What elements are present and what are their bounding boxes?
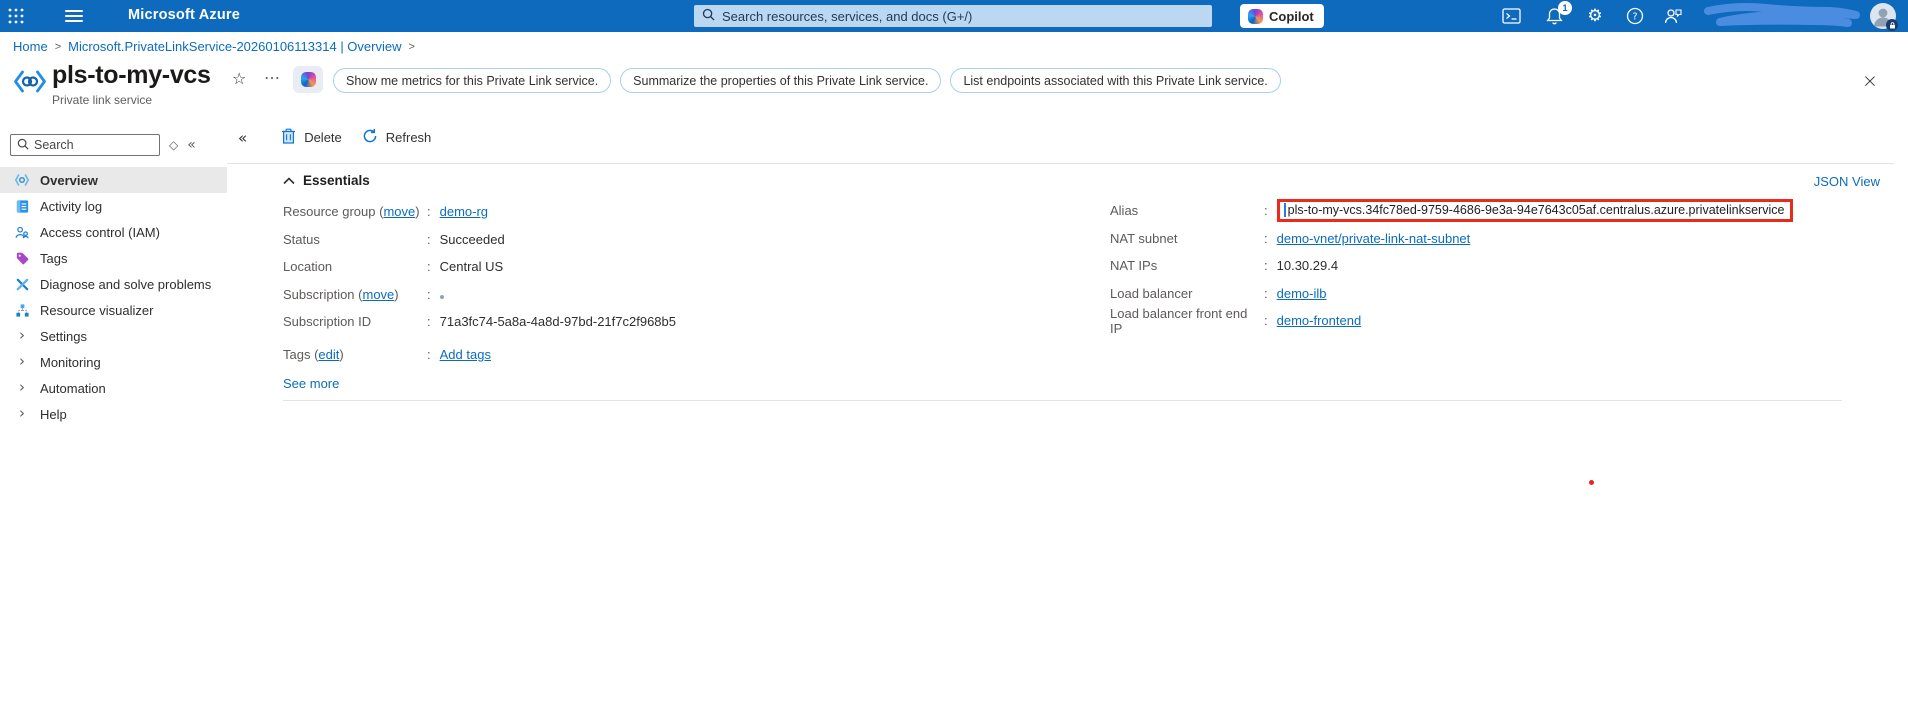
copilot-suggestion-chips: Show me metrics for this Private Link se… bbox=[333, 68, 1281, 93]
search-icon bbox=[702, 8, 715, 24]
command-bar: « Delete Refresh bbox=[227, 112, 1908, 163]
access-control-icon bbox=[14, 224, 30, 240]
edit-tags-link[interactable]: edit bbox=[318, 347, 339, 362]
move-link[interactable]: move bbox=[362, 287, 394, 302]
help-icon[interactable]: ? bbox=[1624, 6, 1646, 26]
search-icon bbox=[17, 138, 29, 153]
chip-show-metrics[interactable]: Show me metrics for this Private Link se… bbox=[333, 68, 612, 93]
sidebar-item-automation[interactable]: › Automation bbox=[0, 375, 227, 401]
global-search[interactable] bbox=[694, 5, 1212, 27]
sidebar-sort-icon[interactable]: ◇ bbox=[169, 138, 178, 152]
subscription-id-value: 71a3fc74-5a8a-4a8d-97bd-21f7c2f968b5 bbox=[439, 314, 676, 330]
nat-ips-value: 10.30.29.4 bbox=[1276, 258, 1339, 274]
essentials-header[interactable]: Essentials bbox=[283, 173, 1908, 188]
nat-subnet-link[interactable]: demo-vnet/private-link-nat-subnet bbox=[1277, 231, 1471, 246]
sidebar-item-activity-log[interactable]: Activity log bbox=[0, 193, 227, 219]
resource-group-link[interactable]: demo-rg bbox=[440, 204, 488, 219]
subscription-value-redacted bbox=[439, 295, 444, 300]
chevron-up-icon bbox=[283, 173, 295, 188]
tags-row: Tags (edit) : Add tags bbox=[283, 346, 491, 362]
chevron-right-icon: › bbox=[19, 403, 25, 422]
refresh-icon bbox=[362, 128, 378, 147]
page-header: pls-to-my-vcs Private link service ☆ … S… bbox=[0, 60, 1908, 112]
overview-icon bbox=[14, 172, 30, 188]
favorite-star-icon[interactable]: ☆ bbox=[232, 69, 246, 88]
breadcrumb: Home > Microsoft.PrivateLinkService-2026… bbox=[0, 32, 1908, 60]
breadcrumb-home[interactable]: Home bbox=[13, 39, 48, 54]
load-balancer-link[interactable]: demo-ilb bbox=[1277, 286, 1327, 301]
refresh-button[interactable]: Refresh bbox=[362, 128, 431, 147]
lock-icon bbox=[1886, 19, 1898, 31]
menu-collapse-icon[interactable]: « bbox=[238, 129, 247, 147]
move-link[interactable]: move bbox=[383, 204, 415, 219]
sidebar-collapse-icon[interactable]: « bbox=[187, 137, 196, 153]
page-title: pls-to-my-vcs bbox=[52, 61, 211, 89]
app-launcher-icon[interactable] bbox=[6, 6, 26, 26]
nat-ips-row: NAT IPs : 10.30.29.4 bbox=[1110, 258, 1339, 274]
alias-highlight-box: pls-to-my-vcs.34fc78ed-9759-4686-9e3a-94… bbox=[1276, 199, 1794, 223]
svg-text:?: ? bbox=[1632, 12, 1637, 23]
sidebar-item-diagnose[interactable]: Diagnose and solve problems bbox=[0, 271, 227, 297]
text-cursor bbox=[1283, 203, 1286, 218]
copilot-suggestions-button[interactable] bbox=[293, 66, 323, 93]
feedback-icon[interactable] bbox=[1662, 6, 1684, 26]
trash-icon bbox=[281, 128, 296, 147]
global-search-input[interactable] bbox=[722, 8, 1162, 24]
sidebar-search-input[interactable] bbox=[34, 138, 149, 152]
close-icon[interactable]: × bbox=[1862, 72, 1878, 91]
chip-list-endpoints[interactable]: List endpoints associated with this Priv… bbox=[950, 68, 1281, 93]
tags-icon bbox=[14, 250, 30, 266]
sidebar-item-settings[interactable]: › Settings bbox=[0, 323, 227, 349]
cursor-artifact-dot bbox=[1589, 480, 1594, 485]
sidebar-search[interactable] bbox=[10, 134, 160, 156]
activity-log-icon bbox=[14, 198, 30, 214]
lb-frontend-link[interactable]: demo-frontend bbox=[1277, 313, 1362, 328]
breadcrumb-separator-icon: > bbox=[54, 40, 62, 53]
chevron-right-icon: › bbox=[19, 325, 25, 344]
chip-summarize-properties[interactable]: Summarize the properties of this Private… bbox=[620, 68, 942, 93]
alias-value: pls-to-my-vcs.34fc78ed-9759-4686-9e3a-94… bbox=[1287, 203, 1785, 218]
sidebar-item-tags[interactable]: Tags bbox=[0, 245, 227, 271]
sidebar-item-help[interactable]: › Help bbox=[0, 401, 227, 427]
delete-button[interactable]: Delete bbox=[281, 128, 342, 147]
hamburger-menu-icon[interactable] bbox=[64, 7, 84, 25]
add-tags-link[interactable]: Add tags bbox=[440, 347, 491, 362]
divider bbox=[283, 400, 1842, 401]
redacted-account-info bbox=[1700, 3, 1868, 32]
notification-badge: 1 bbox=[1558, 1, 1572, 15]
sidebar-item-overview[interactable]: Overview bbox=[0, 167, 227, 193]
copilot-button[interactable]: Copilot bbox=[1240, 4, 1324, 28]
copilot-icon bbox=[1248, 8, 1263, 24]
resource-visualizer-icon bbox=[14, 302, 30, 318]
sidebar-item-resource-visualizer[interactable]: Resource visualizer bbox=[0, 297, 227, 323]
settings-gear-icon[interactable]: ⚙ bbox=[1584, 6, 1606, 26]
resource-sidebar: ◇ « Overview Activity log Access control… bbox=[0, 112, 227, 710]
essentials-section: Essentials JSON View Resource group (mov… bbox=[227, 164, 1908, 401]
location-value: Central US bbox=[439, 259, 504, 275]
essentials-right-column: Alias : pls-to-my-vcs.34fc78ed-9759-4686… bbox=[1110, 197, 1794, 336]
chevron-right-icon: › bbox=[19, 377, 25, 396]
main-content: « Delete Refresh Essentials JSON View Re… bbox=[227, 112, 1908, 710]
see-more-link[interactable]: See more bbox=[283, 376, 339, 391]
top-bar: Microsoft Azure Copilot 1 ⚙ ? bbox=[0, 0, 1908, 32]
account-avatar[interactable] bbox=[1870, 3, 1898, 31]
load-balancer-row: Load balancer : demo-ilb bbox=[1110, 285, 1327, 301]
lb-frontend-row: Load balancer front end IP : demo-fronte… bbox=[1110, 305, 1362, 336]
sidebar-item-access-control[interactable]: Access control (IAM) bbox=[0, 219, 227, 245]
sidebar-item-monitoring[interactable]: › Monitoring bbox=[0, 349, 227, 375]
page-subtitle: Private link service bbox=[52, 93, 153, 107]
json-view-link[interactable]: JSON View bbox=[1814, 174, 1880, 189]
more-options-icon[interactable]: … bbox=[264, 64, 281, 83]
cloud-shell-icon[interactable] bbox=[1500, 6, 1522, 26]
alias-row: Alias : pls-to-my-vcs.34fc78ed-9759-4686… bbox=[1110, 197, 1794, 225]
private-link-service-icon bbox=[13, 68, 47, 98]
copilot-icon bbox=[300, 72, 316, 87]
diagnose-tools-icon bbox=[14, 276, 30, 292]
breadcrumb-resource[interactable]: Microsoft.PrivateLinkService-20260106113… bbox=[68, 39, 401, 54]
breadcrumb-separator-icon: > bbox=[408, 40, 415, 53]
status-value: Succeeded bbox=[439, 231, 505, 247]
chevron-right-icon: › bbox=[19, 351, 25, 370]
nat-subnet-row: NAT subnet : demo-vnet/private-link-nat-… bbox=[1110, 230, 1471, 246]
portal-title[interactable]: Microsoft Azure bbox=[128, 7, 240, 23]
